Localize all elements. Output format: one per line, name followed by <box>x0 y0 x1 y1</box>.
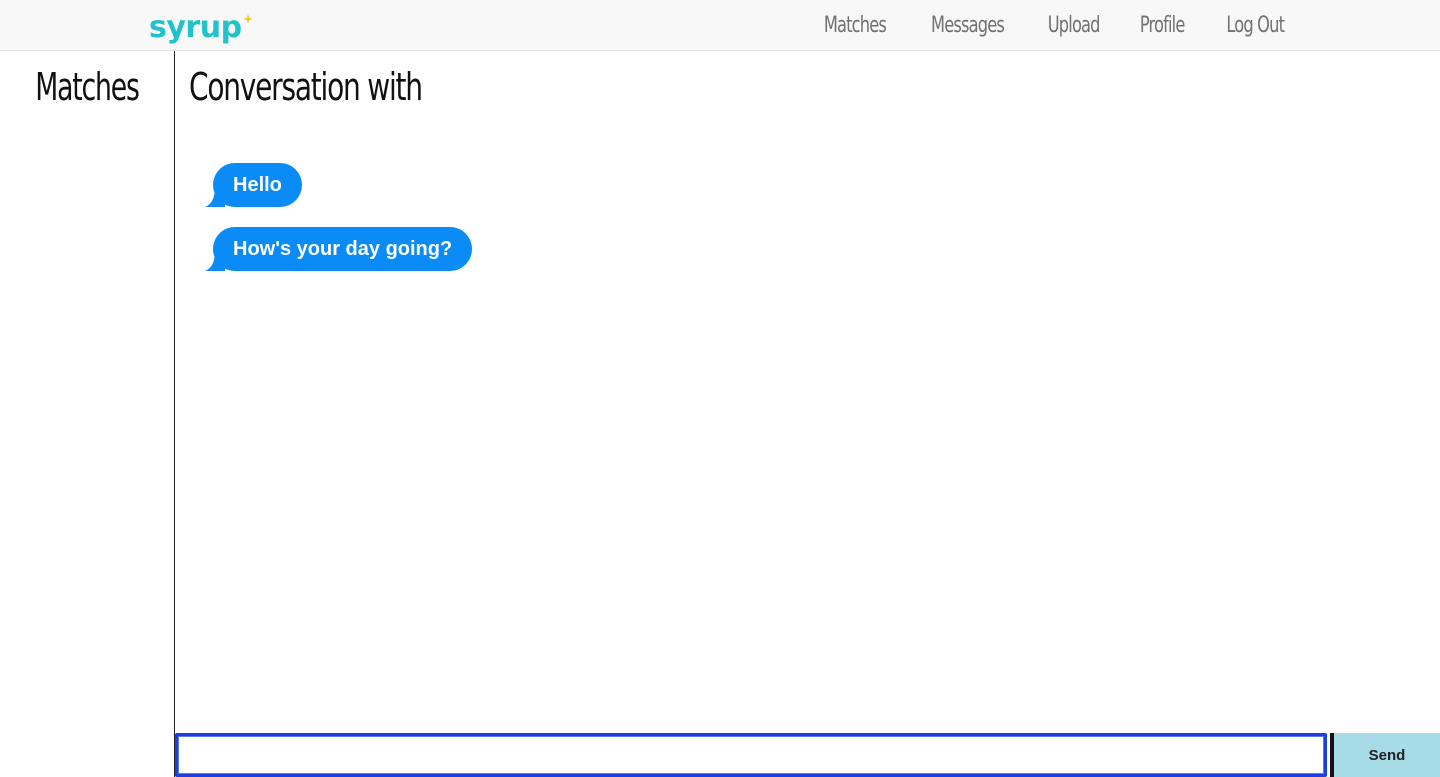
message-item: Hello <box>205 163 472 207</box>
nav-profile[interactable]: Profile <box>1140 13 1185 38</box>
top-navbar: syrup Matches Messages Upload Profile Lo… <box>0 0 1440 51</box>
sparkle-icon <box>242 14 253 24</box>
send-button[interactable]: Send <box>1330 733 1440 777</box>
nav-upload[interactable]: Upload <box>1047 13 1100 38</box>
message-list: Hello How's your day going? <box>205 163 473 291</box>
brand-logo[interactable]: syrup <box>149 8 253 48</box>
nav-links: Matches Messages Upload Profile Log Out <box>787 0 1290 50</box>
nav-matches[interactable]: Matches <box>824 13 887 38</box>
message-bubble: Hello <box>213 163 302 207</box>
message-composer: Send <box>175 733 1440 777</box>
nav-log-out[interactable]: Log Out <box>1226 13 1285 38</box>
nav-messages[interactable]: Messages <box>931 13 1005 38</box>
message-item: How's your day going? <box>205 227 473 271</box>
conversation-panel: Conversation with Hello How's your day g… <box>175 51 1440 777</box>
brand-name: syrup <box>149 10 242 45</box>
message-bubble: How's your day going? <box>213 227 473 271</box>
matches-sidebar: Matches <box>0 51 175 777</box>
message-input[interactable] <box>175 733 1327 777</box>
sidebar-title: Matches <box>35 65 140 109</box>
conversation-title: Conversation with <box>189 65 423 109</box>
